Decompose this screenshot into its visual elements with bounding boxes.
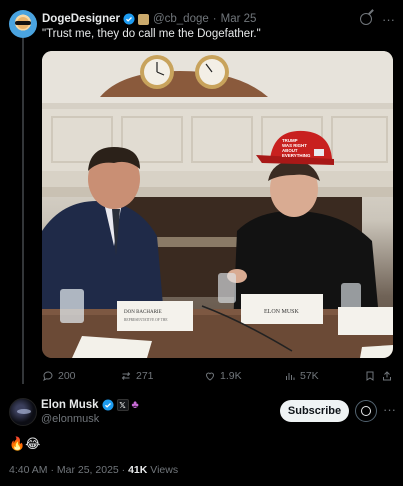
clock-icon [140, 55, 174, 89]
views-button[interactable]: 57K [284, 370, 364, 382]
subscribe-button[interactable]: Subscribe [280, 400, 349, 422]
display-name[interactable]: Elon Musk [41, 399, 99, 411]
placard-left-title: REPRESENTATIVE OF THE [124, 318, 168, 322]
affiliate-badge-icon [137, 13, 149, 25]
tweet-header: DogeDesigner @cb_doge · Mar 25 ··· [42, 11, 395, 27]
reply-icon [43, 371, 53, 382]
views-count: 57K [300, 370, 319, 382]
views-icon [286, 373, 295, 380]
parent-tweet[interactable]: DogeDesigner @cb_doge · Mar 25 ··· "Trus… [0, 0, 403, 390]
repost-count: 271 [136, 370, 154, 382]
thread-line [22, 38, 24, 384]
views-label: Views [150, 464, 179, 476]
handle[interactable]: @elonmusk [41, 413, 99, 425]
share-button[interactable] [381, 370, 393, 382]
more-icon[interactable]: ··· [382, 12, 395, 27]
bookmark-button[interactable] [364, 370, 380, 382]
separator: · [212, 13, 217, 25]
avatar[interactable] [9, 10, 37, 38]
like-button[interactable]: 1.9K [204, 370, 284, 382]
flag-icon [314, 149, 324, 156]
like-icon [205, 372, 215, 381]
grok-icon[interactable] [360, 13, 372, 25]
bookmark-icon [366, 371, 374, 381]
repost-button[interactable]: 271 [120, 370, 204, 382]
action-bar: 200 271 1.9K 57K [42, 368, 393, 384]
display-name[interactable]: DogeDesigner [42, 13, 120, 25]
placard-center-name: ELON MUSK [264, 309, 300, 315]
x-affiliate-icon: 𝕏 [116, 399, 129, 411]
verified-icon [123, 13, 135, 25]
verified-icon [102, 399, 114, 411]
barometer-icon [195, 55, 229, 89]
post-time[interactable]: 4:40 AM [9, 464, 48, 476]
timestamp[interactable]: Mar 25 [221, 13, 257, 25]
share-icon [383, 371, 391, 381]
repost-icon [121, 372, 131, 380]
tweet-text: 🔥😂 [9, 436, 41, 451]
avatar[interactable] [9, 398, 37, 426]
grok-icon [361, 406, 371, 416]
grok-button[interactable] [355, 400, 377, 422]
views-count: 41K [128, 464, 148, 476]
hat-text-4: EVERYTHING [282, 153, 311, 158]
people-icon: ♣ [131, 399, 139, 411]
more-icon[interactable]: ··· [383, 402, 396, 417]
tweet-text: "Trust me, they do call me the Dogefathe… [42, 28, 261, 40]
reply-button[interactable]: 200 [42, 370, 120, 382]
tweet-header: Elon Musk 𝕏 ♣ [41, 399, 139, 411]
separator: · [121, 464, 126, 476]
reply-count: 200 [58, 370, 76, 382]
like-count: 1.9K [220, 370, 242, 382]
tweet-photo[interactable]: TRUMP WAS RIGHT ABOUT EVERYTHING DON BAC… [42, 51, 393, 358]
post-date[interactable]: Mar 25, 2025 [57, 464, 119, 476]
tweet-meta: 4:40 AM · Mar 25, 2025 · 41K Views [9, 464, 178, 476]
handle[interactable]: @cb_doge [153, 13, 209, 25]
separator: · [50, 464, 54, 476]
placard-left-name: DON BACHARIE [124, 310, 162, 315]
